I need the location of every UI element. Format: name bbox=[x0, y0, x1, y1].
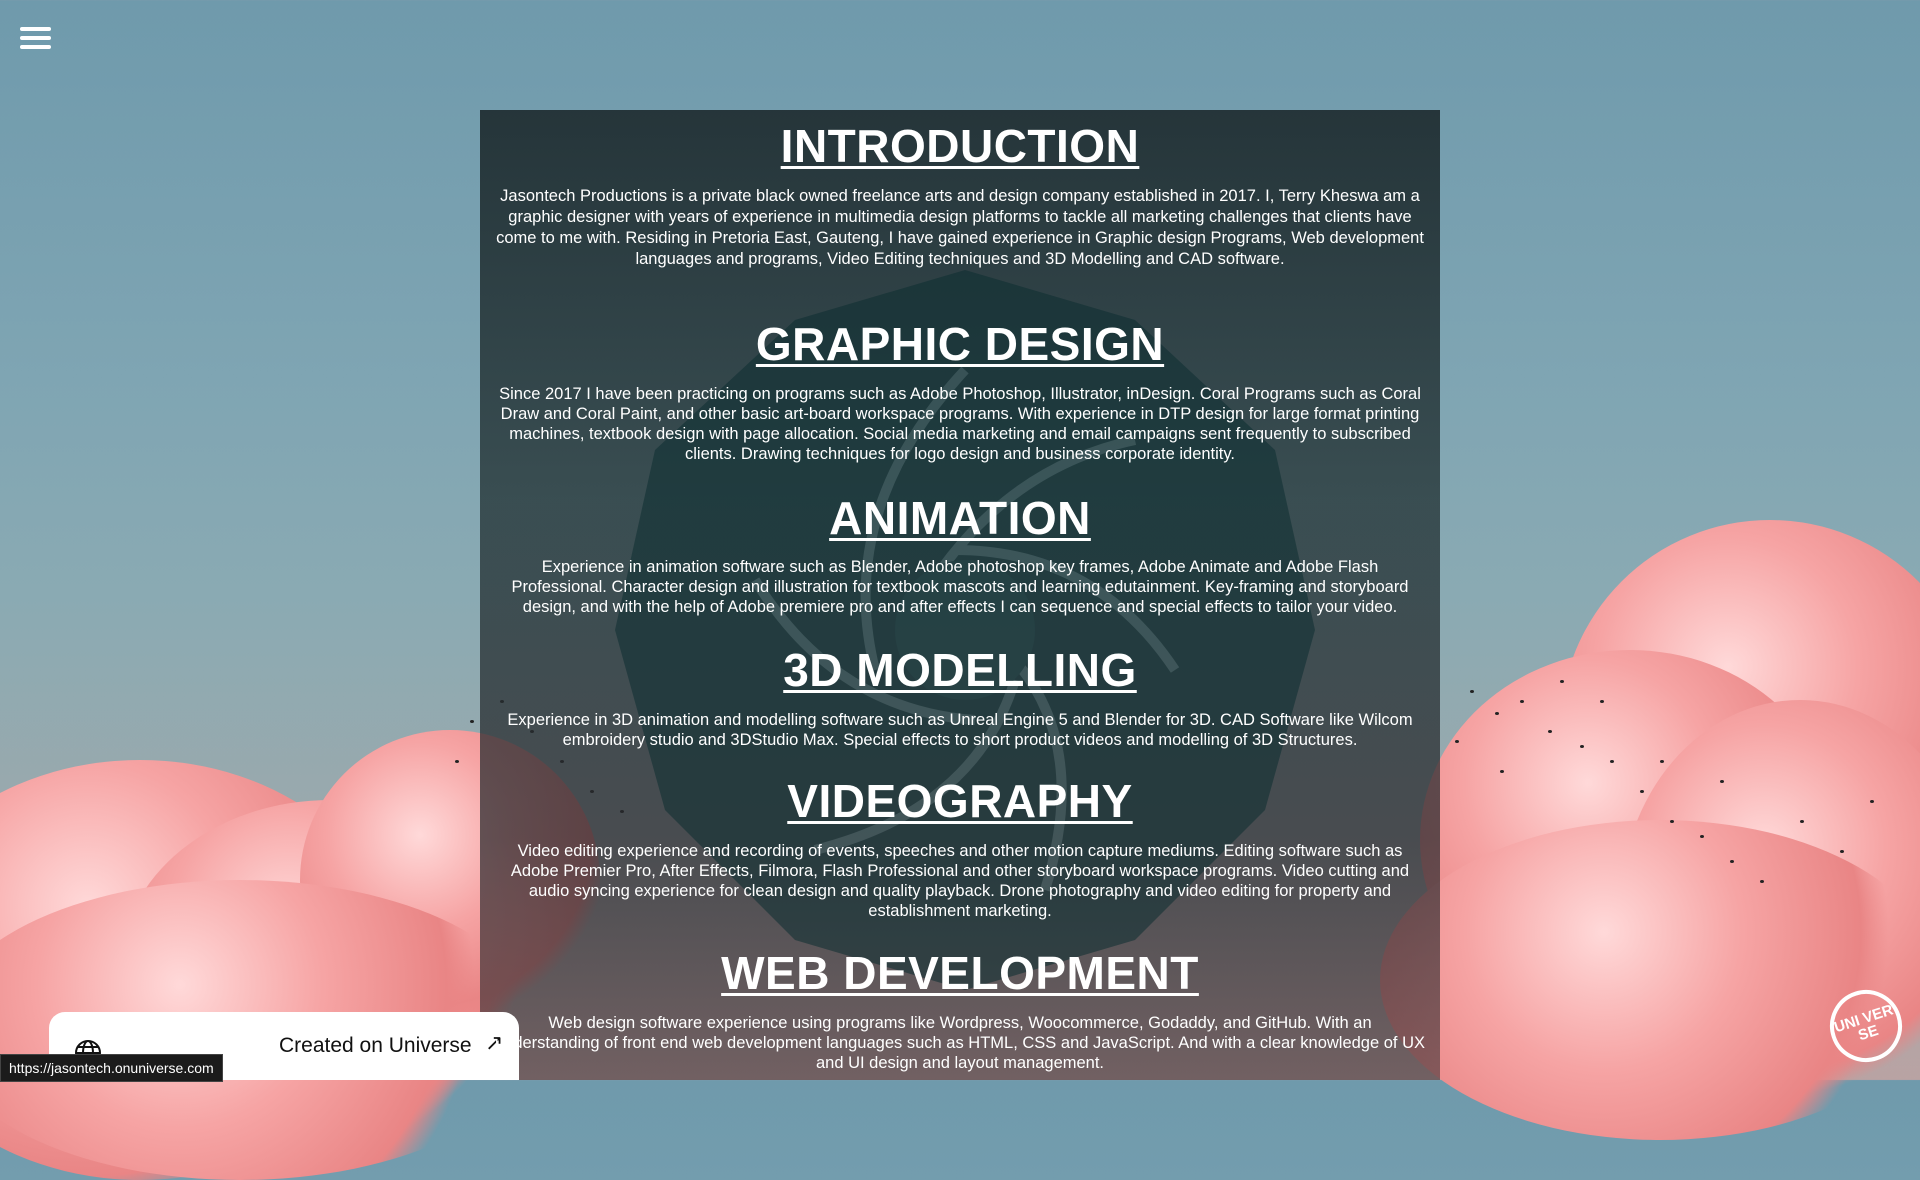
section-heading-graphic-design: GRAPHIC DESIGN bbox=[755, 318, 1165, 370]
section-body-3d-modelling: Experience in 3D animation and modelling… bbox=[507, 711, 1413, 749]
badge-label: Created on Universe bbox=[279, 1034, 472, 1057]
hamburger-menu-icon[interactable] bbox=[20, 27, 51, 49]
section-body-web-development: Web design software experience using pro… bbox=[494, 1014, 1426, 1072]
status-bar-url: https://jasontech.onuniverse.com bbox=[0, 1054, 223, 1082]
section-heading-animation: ANIMATION bbox=[829, 492, 1091, 544]
section-heading-3d-modelling: 3D MODELLING bbox=[783, 644, 1137, 696]
section-body-introduction: Jasontech Productions is a private black… bbox=[496, 187, 1424, 268]
section-body-graphic-design: Since 2017 I have been practicing on pro… bbox=[499, 385, 1421, 463]
section-heading-web-development: WEB DEVELOPMENT bbox=[721, 947, 1199, 999]
content-panel: INTRODUCTION Jasontech Productions is a … bbox=[480, 110, 1440, 1080]
section-body-animation: Experience in animation software such as… bbox=[511, 558, 1409, 616]
section-heading-videography: VIDEOGRAPHY bbox=[787, 775, 1133, 827]
section-body-videography: Video editing experience and recording o… bbox=[510, 842, 1410, 920]
section-heading-introduction: INTRODUCTION bbox=[780, 120, 1140, 172]
